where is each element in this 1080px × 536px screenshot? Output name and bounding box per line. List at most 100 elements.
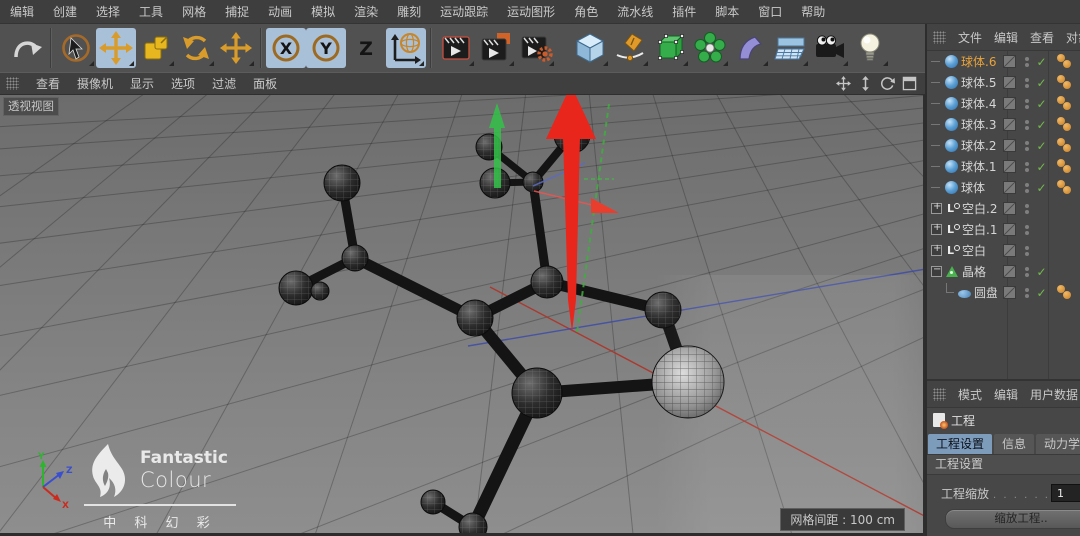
molecule-model[interactable]	[278, 116, 725, 536]
tab-dynamics[interactable]: 动力学	[1036, 434, 1080, 454]
coordinate-system-button[interactable]	[386, 28, 426, 68]
visibility-dots[interactable]	[1023, 98, 1031, 109]
tree-expander[interactable]	[931, 201, 942, 214]
visibility-dots[interactable]	[1023, 266, 1031, 277]
scale-tool-button[interactable]	[136, 28, 176, 68]
visibility-dots[interactable]	[1023, 245, 1031, 256]
tag-icons[interactable]	[1056, 158, 1080, 175]
menu-item[interactable]: 角色	[574, 3, 598, 20]
tag-icons[interactable]	[1056, 95, 1080, 112]
enabled-check-icon[interactable]: ✓	[1034, 55, 1049, 69]
menu-item[interactable]: 运动跟踪	[440, 3, 488, 20]
tag-icons[interactable]	[1056, 74, 1080, 91]
am-menu-edit[interactable]: 编辑	[994, 386, 1018, 403]
object-row[interactable]: 球体.1 ✓	[927, 156, 1080, 177]
viewport-canvas[interactable]: 透视视图 Y Z X Fantastic Colour 中 科 幻 彩 网格间距…	[0, 95, 923, 536]
add-light-button[interactable]	[850, 28, 890, 68]
maximize-icon[interactable]	[902, 76, 917, 91]
layer-swatch[interactable]	[1003, 244, 1016, 257]
live-selection-button[interactable]	[56, 28, 96, 68]
tag-icons[interactable]	[1056, 137, 1080, 154]
object-row[interactable]: 空白.2 ✓	[927, 198, 1080, 219]
object-name[interactable]: 空白	[962, 242, 986, 259]
tree-expander[interactable]	[931, 243, 942, 256]
object-row[interactable]: 球体.4 ✓	[927, 93, 1080, 114]
object-row[interactable]: 球体 ✓	[927, 177, 1080, 198]
tree-expander[interactable]	[931, 161, 942, 172]
tree-expander[interactable]	[931, 56, 942, 67]
layer-swatch[interactable]	[1003, 181, 1016, 194]
tab-project-settings[interactable]: 工程设置	[928, 434, 993, 454]
enabled-check-icon[interactable]: ✓	[1034, 265, 1049, 279]
layer-swatch[interactable]	[1003, 97, 1016, 110]
menu-item[interactable]: 网格	[182, 3, 206, 20]
layer-swatch[interactable]	[1003, 160, 1016, 173]
enabled-check-icon[interactable]: ✓	[1034, 97, 1049, 111]
add-cube-button[interactable]	[570, 28, 610, 68]
tree-expander[interactable]	[931, 77, 942, 88]
panel-grip[interactable]	[6, 77, 19, 90]
tag-icons[interactable]	[1056, 116, 1080, 133]
layer-swatch[interactable]	[1003, 265, 1016, 278]
menu-item[interactable]: 渲染	[354, 3, 378, 20]
om-menu-edit[interactable]: 编辑	[994, 29, 1018, 46]
object-name[interactable]: 空白.1	[962, 221, 997, 238]
om-menu-file[interactable]: 文件	[958, 29, 982, 46]
object-name[interactable]: 球体.6	[961, 53, 996, 70]
y-axis-lock-button[interactable]: Y	[306, 28, 346, 68]
layer-swatch[interactable]	[1003, 286, 1016, 299]
vp-menu-view[interactable]: 查看	[36, 75, 60, 92]
pan-icon[interactable]	[836, 76, 851, 91]
render-picture-viewer-button[interactable]	[476, 28, 516, 68]
tag-icons[interactable]	[1056, 179, 1080, 196]
om-menu-view[interactable]: 查看	[1030, 29, 1054, 46]
object-row[interactable]: 空白 ✓	[927, 240, 1080, 261]
tree-expander[interactable]	[931, 182, 942, 193]
tab-info[interactable]: 信息	[994, 434, 1035, 454]
tag-icons[interactable]	[1056, 53, 1080, 70]
zoom-icon[interactable]	[858, 76, 873, 91]
enabled-check-icon[interactable]: ✓	[1034, 118, 1049, 132]
rotate-tool-button[interactable]	[176, 28, 216, 68]
enabled-check-icon[interactable]: ✓	[1034, 160, 1049, 174]
add-camera-button[interactable]	[810, 28, 850, 68]
menu-item[interactable]: 流水线	[617, 3, 653, 20]
object-row[interactable]: 晶格 ✓	[927, 261, 1080, 282]
project-scale-input[interactable]	[1051, 484, 1080, 502]
tree-expander[interactable]	[931, 140, 942, 151]
panel-grip[interactable]	[933, 30, 946, 44]
layer-swatch[interactable]	[1003, 139, 1016, 152]
object-name[interactable]: 球体.2	[961, 137, 996, 154]
object-name[interactable]: 球体.1	[961, 158, 996, 175]
object-row[interactable]: 圆盘 ✓	[927, 282, 1080, 303]
menu-item[interactable]: 选择	[96, 3, 120, 20]
layer-swatch[interactable]	[1003, 55, 1016, 68]
render-settings-button[interactable]	[516, 28, 556, 68]
menu-item[interactable]: 模拟	[311, 3, 335, 20]
tree-expander[interactable]	[931, 98, 942, 109]
menu-item[interactable]: 编辑	[10, 3, 34, 20]
tree-expander[interactable]	[944, 283, 955, 298]
menu-item[interactable]: 帮助	[801, 3, 825, 20]
last-tool-move-button[interactable]	[216, 28, 256, 68]
menu-item[interactable]: 工具	[139, 3, 163, 20]
menu-item[interactable]: 运动图形	[507, 3, 555, 20]
gizmo-x-handle[interactable]	[533, 190, 593, 206]
z-axis-lock-button[interactable]: Z	[346, 28, 386, 68]
layer-swatch[interactable]	[1003, 223, 1016, 236]
vp-menu-options[interactable]: 选项	[171, 75, 195, 92]
object-row[interactable]: 空白.1 ✓	[927, 219, 1080, 240]
visibility-dots[interactable]	[1023, 77, 1031, 88]
menu-item[interactable]: 捕捉	[225, 3, 249, 20]
vp-menu-camera[interactable]: 摄像机	[77, 75, 113, 92]
visibility-dots[interactable]	[1023, 161, 1031, 172]
layer-swatch[interactable]	[1003, 202, 1016, 215]
menu-item[interactable]: 雕刻	[397, 3, 421, 20]
object-row[interactable]: 球体.3 ✓	[927, 114, 1080, 135]
scale-project-button[interactable]: 缩放工程..	[945, 509, 1080, 529]
tree-expander[interactable]	[931, 119, 942, 130]
visibility-dots[interactable]	[1023, 203, 1031, 214]
undo-button[interactable]	[6, 28, 46, 68]
render-view-button[interactable]	[436, 28, 476, 68]
visibility-dots[interactable]	[1023, 56, 1031, 67]
